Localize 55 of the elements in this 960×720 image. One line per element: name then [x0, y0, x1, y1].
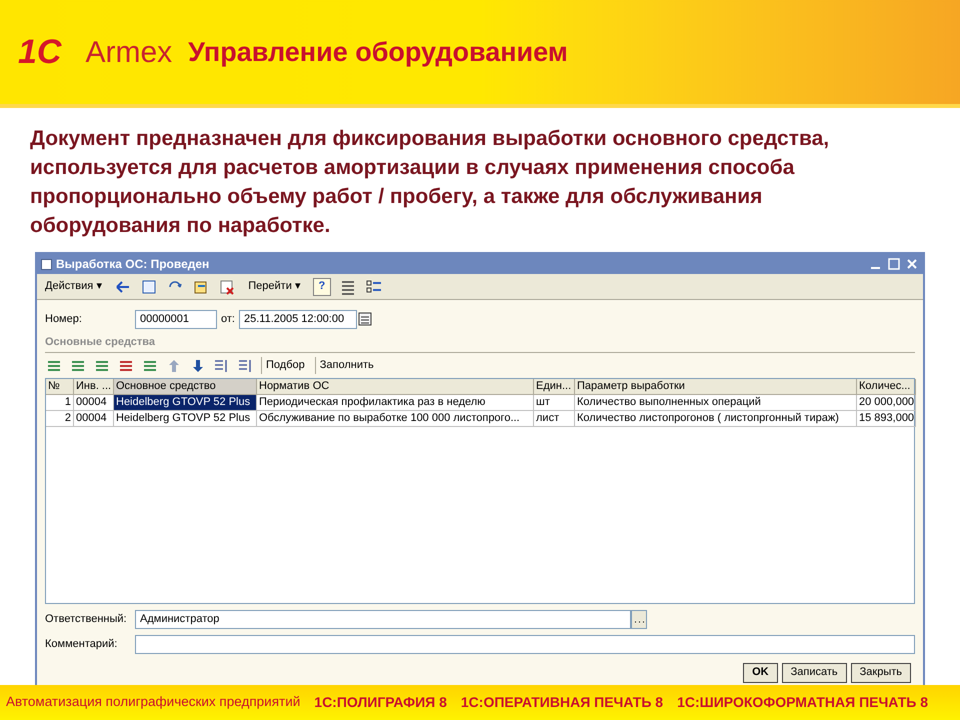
document-cross-icon[interactable]: [218, 278, 236, 296]
footer-text: Автоматизация полиграфических предприятий: [6, 693, 300, 712]
number-field[interactable]: 00000001: [135, 310, 217, 328]
table-cell: 1: [46, 394, 74, 410]
date-field[interactable]: 25.11.2005 12:00:00: [238, 310, 357, 328]
column-header[interactable]: Един...: [534, 378, 575, 394]
column-header[interactable]: Норматив ОС: [257, 378, 534, 394]
dialog-button[interactable]: OK: [743, 662, 778, 682]
calendar-icon[interactable]: [358, 312, 372, 326]
date-label: от:: [221, 312, 235, 327]
table-cell: шт: [534, 394, 575, 410]
responsible-field[interactable]: Администратор: [135, 610, 631, 628]
window-title: Выработка ОС: Проведен: [56, 256, 210, 273]
description: Документ предназначен для фиксирования выработки основного средства, используется для расчетов амортизации в случаях применения способа пропорционально объему работ / пробегу, а также для обслуживания оборудования по наработке.: [29, 126, 830, 239]
table-cell: Heidelberg GTOVP 52 Plus: [114, 394, 257, 410]
window-icon: [41, 258, 52, 270]
column-header[interactable]: Параметр выработки: [575, 378, 857, 394]
more-icon[interactable]: [631, 610, 647, 628]
dialog-button[interactable]: Закрыть: [850, 662, 911, 682]
document-icon[interactable]: [140, 278, 158, 296]
maximize-icon[interactable]: [887, 257, 901, 271]
fill-button[interactable]: Заполнить: [314, 357, 378, 374]
table-row[interactable]: 1 00004 Heidelberg GTOVP 52 Plus Периодическая профилактика раз в неделю шт Количество выполненных операций 20 000,000: [46, 394, 914, 410]
section-title: Основные средства: [45, 335, 156, 350]
goto-menu[interactable]: Перейти ▾: [244, 278, 305, 295]
footer-text: 1С:ШИРОКОФОРМАТНАЯ ПЕЧАТЬ 8: [677, 693, 928, 712]
comment-field[interactable]: [135, 634, 915, 654]
table-cell: 20 000,000: [857, 394, 916, 410]
help-button[interactable]: ?: [312, 278, 331, 296]
footer-text: 1С:ОПЕРАТИВНАЯ ПЕЧАТЬ 8: [460, 693, 664, 712]
logo: Armex: [85, 34, 172, 70]
column-header[interactable]: №: [46, 378, 74, 394]
slide-title: Управление оборудованием: [188, 36, 568, 69]
table-row[interactable]: 2 00004 Heidelberg GTOVP 52 Plus Обслуживание по выработке 100 000 листопрого... лист Количество листопрогонов ( листопргонный тираж) 15 893,000: [46, 410, 914, 426]
table-cell: 2: [46, 410, 74, 426]
checklist-icon[interactable]: [364, 278, 383, 296]
comment-label: Комментарий:: [45, 636, 118, 652]
table-cell: Heidelberg GTOVP 52 Plus: [114, 410, 257, 426]
number-label: Номер:: [45, 312, 83, 327]
close-icon[interactable]: [905, 257, 919, 271]
pick-button[interactable]: Подбор: [261, 357, 309, 374]
column-header[interactable]: Основное средство: [114, 378, 257, 394]
column-header[interactable]: Количес...: [857, 378, 916, 394]
actions-menu[interactable]: Действия ▾: [41, 278, 106, 295]
table-cell: Количество листопрогонов ( листопргонный тираж): [575, 410, 857, 426]
logo: 1С: [18, 32, 62, 72]
table-cell: Количество выполненных операций: [575, 394, 857, 410]
table-cell: лист: [534, 410, 575, 426]
dialog-button[interactable]: Записать: [782, 662, 847, 682]
footer-text: 1С:ПОЛИГРАФИЯ 8: [314, 693, 447, 712]
responsible-label: Ответственный:: [45, 612, 128, 627]
table-cell: 15 893,000: [857, 410, 916, 426]
table-cell: Периодическая профилактика раз в неделю: [257, 394, 534, 410]
table-cell: Обслуживание по выработке 100 000 листопрого...: [257, 410, 534, 426]
table-cell: 00004: [74, 410, 114, 426]
